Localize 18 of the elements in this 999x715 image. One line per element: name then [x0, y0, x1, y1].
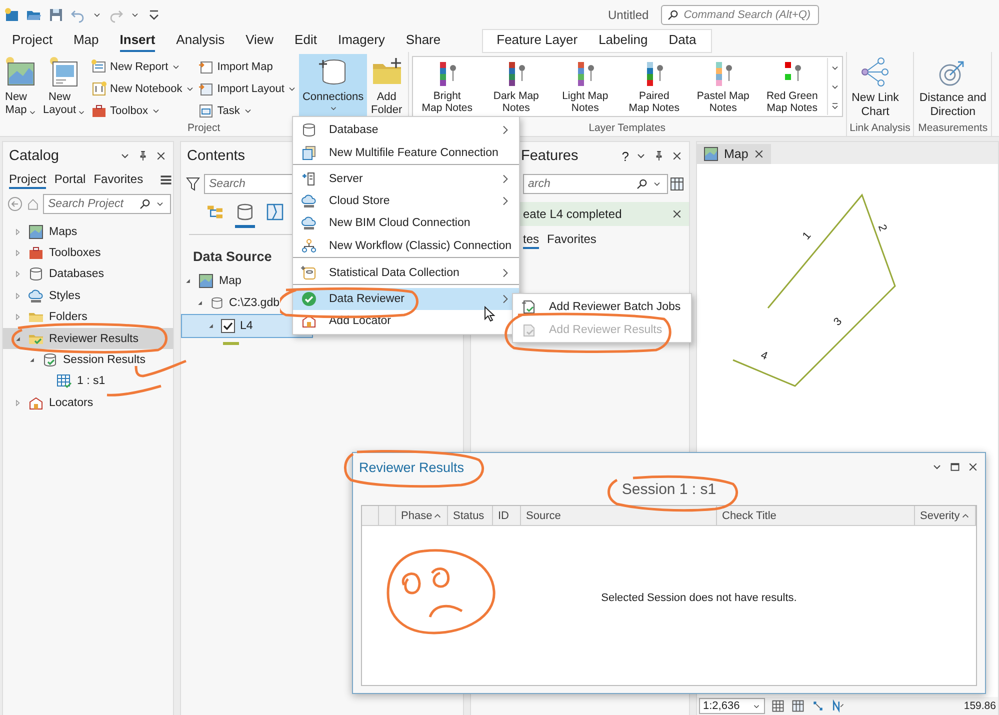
segment-label: 1 [800, 230, 814, 242]
window-title: Reviewer Results [359, 460, 464, 474]
notification-text: eate L4 completed [523, 207, 622, 221]
coordinate-readout: 159.86 [964, 700, 997, 712]
group-label: Project [187, 122, 220, 136]
empty-message: Selected Session does not have results. [600, 592, 797, 604]
group-label: Link Analysis [850, 122, 910, 136]
segment-label: 3 [832, 316, 844, 328]
document-title: Untitled [608, 8, 649, 22]
pane-title: Catalog [9, 148, 59, 164]
segment-label: 4 [758, 349, 770, 363]
session-title: Session 1 : s1 [620, 481, 718, 498]
pane-title: Features [521, 148, 578, 164]
section-heading: Data Source [193, 249, 272, 264]
group-label: Layer Templates [588, 122, 666, 136]
pane-title: Contents [187, 148, 246, 164]
segment-label: 2 [875, 223, 889, 233]
group-label: Measurements [918, 122, 988, 136]
